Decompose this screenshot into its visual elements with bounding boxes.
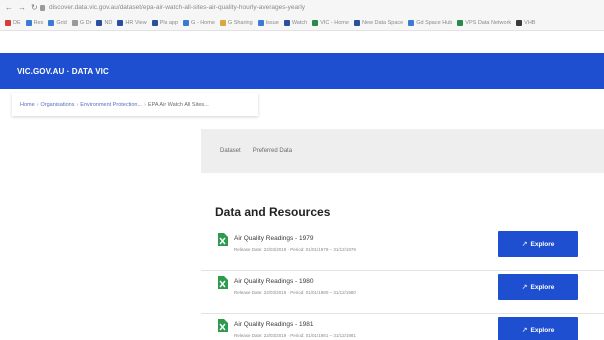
resource-title[interactable]: Air Quality Readings - 1980: [234, 278, 314, 285]
bookmark-item[interactable]: G Dr: [71, 19, 92, 26]
resource-item: Air Quality Readings - 1980 Release Date…: [201, 272, 604, 314]
section-title: Data and Resources: [215, 205, 331, 219]
chevron-right-icon: ›: [76, 101, 79, 108]
bookmark-item[interactable]: Grid: [48, 19, 67, 26]
bookmark-favicon-icon: [516, 19, 523, 26]
bookmark-label: Issue: [265, 19, 279, 26]
csv-file-icon: [218, 233, 228, 246]
bookmark-label: VIC - Home: [320, 19, 349, 26]
breadcrumb-organisations[interactable]: Organisations: [41, 102, 75, 108]
csv-file-icon: [218, 319, 228, 332]
explore-label: Explore: [530, 326, 555, 334]
browser-toolbar: ← → ↻ discover.data.vic.gov.au/dataset/e…: [0, 0, 604, 15]
site-header: VIC.GOV.AU · DATA VIC: [0, 53, 604, 89]
bookmark-favicon-icon: [183, 19, 190, 26]
external-link-icon: ↗: [521, 327, 528, 334]
bookmark-item[interactable]: Res: [25, 19, 44, 26]
explore-button[interactable]: ↗ Explore: [498, 274, 578, 300]
bookmark-item[interactable]: G Sharing: [219, 19, 253, 26]
breadcrumb-home[interactable]: Home: [20, 102, 35, 108]
resource-meta: Release Date: 22/03/2019 · Period: 01/01…: [234, 333, 356, 338]
bookmark-favicon-icon: [408, 19, 415, 26]
bookmark-favicon-icon: [312, 19, 319, 26]
tab-preferred-data[interactable]: Preferred Data: [253, 148, 292, 154]
resource-item: Air Quality Readings - 1981 Release Date…: [201, 315, 604, 340]
resource-meta: Release Date: 22/03/2019 · Period: 01/01…: [234, 290, 356, 295]
breadcrumb-organisation[interactable]: Environment Protection...: [80, 102, 142, 108]
resource-meta: Release Date: 22/03/2019 · Period: 01/01…: [234, 247, 356, 252]
external-link-icon: ↗: [521, 284, 528, 291]
back-icon[interactable]: ←: [5, 3, 13, 12]
bookmark-favicon-icon: [117, 19, 124, 26]
resource-title[interactable]: Air Quality Readings - 1979: [234, 235, 314, 242]
bookmark-item[interactable]: Issue: [257, 19, 279, 26]
bookmark-label: Pls app: [159, 19, 179, 26]
bookmark-item[interactable]: Watch: [283, 19, 308, 26]
bookmark-label: Res: [33, 19, 44, 26]
bookmarks-bar: DE Res Grid G Dr ND HR View Pls app G - Home G S…: [0, 15, 604, 31]
bookmark-item[interactable]: New Data Space: [353, 19, 404, 26]
bookmark-item[interactable]: Pls app: [151, 19, 179, 26]
breadcrumb: Home › Organisations › Environment Prote…: [12, 93, 258, 116]
explore-label: Explore: [530, 240, 555, 248]
bookmark-favicon-icon: [353, 19, 360, 26]
external-link-icon: ↗: [521, 241, 528, 248]
bookmark-label: VPS Data Network: [465, 19, 512, 26]
bookmark-label: DE: [13, 19, 21, 26]
lock-icon: [40, 4, 45, 11]
bookmark-label: Watch: [291, 19, 308, 26]
bookmark-item[interactable]: VHB: [516, 19, 536, 26]
csv-file-icon: [218, 276, 228, 289]
explore-label: Explore: [530, 283, 555, 291]
resource-item: Air Quality Readings - 1979 Release Date…: [201, 229, 604, 271]
bookmark-item[interactable]: DE: [5, 19, 21, 26]
bookmark-favicon-icon: [219, 19, 226, 26]
bookmark-favicon-icon: [257, 19, 264, 26]
dataset-tabs-panel: Dataset Preferred Data: [201, 129, 604, 173]
bookmark-label: HR View: [125, 19, 147, 26]
bookmark-favicon-icon: [25, 19, 32, 26]
bookmark-label: G - Home: [191, 19, 215, 26]
bookmark-favicon-icon: [5, 19, 11, 26]
bookmark-favicon-icon: [71, 19, 78, 26]
breadcrumb-current: EPA Air Watch All Sites...: [147, 101, 209, 108]
forward-icon[interactable]: →: [18, 3, 26, 12]
bookmark-favicon-icon: [151, 19, 158, 26]
url-text: discover.data.vic.gov.au/dataset/epa-air…: [49, 4, 306, 11]
bookmark-favicon-icon: [96, 19, 103, 26]
chevron-right-icon: ›: [36, 101, 39, 108]
resource-title[interactable]: Air Quality Readings - 1981: [234, 321, 314, 328]
bookmark-label: Grid: [56, 19, 67, 26]
bookmark-label: ND: [104, 19, 113, 26]
site-logo[interactable]: VIC.GOV.AU · DATA VIC: [17, 67, 109, 76]
bookmark-favicon-icon: [48, 19, 55, 26]
bookmark-label: VHB: [524, 19, 536, 26]
bookmark-favicon-icon: [457, 19, 464, 26]
bookmark-item[interactable]: Gd Space Hub: [408, 19, 453, 26]
chevron-right-icon: ›: [144, 101, 146, 108]
bookmark-item[interactable]: ND: [96, 19, 113, 26]
reload-icon[interactable]: ↻: [31, 3, 38, 12]
bookmark-item[interactable]: G - Home: [183, 19, 215, 26]
bookmark-item[interactable]: VIC - Home: [312, 19, 349, 26]
bookmark-label: G Dr: [79, 19, 92, 26]
bookmark-item[interactable]: HR View: [117, 19, 147, 26]
bookmark-label: New Data Space: [361, 19, 404, 26]
tab-dataset[interactable]: Dataset: [220, 148, 241, 154]
bookmark-item[interactable]: VPS Data Network: [457, 19, 512, 26]
bookmark-label: Gd Space Hub: [416, 19, 453, 26]
explore-button[interactable]: ↗ Explore: [498, 317, 578, 340]
explore-button[interactable]: ↗ Explore: [498, 231, 578, 257]
bookmark-favicon-icon: [283, 19, 290, 26]
address-bar[interactable]: discover.data.vic.gov.au/dataset/epa-air…: [40, 2, 370, 13]
bookmark-label: G Sharing: [227, 19, 253, 26]
